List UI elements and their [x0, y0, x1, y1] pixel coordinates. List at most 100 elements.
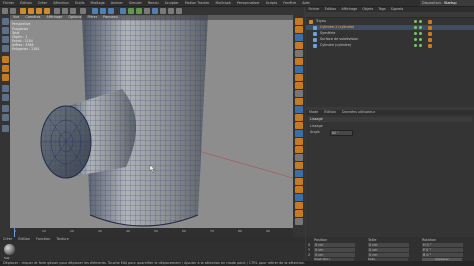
- make-editable-icon[interactable]: [2, 18, 9, 25]
- menu-item[interactable]: Motion Tracker: [182, 0, 213, 6]
- timeline[interactable]: 0102030405060708090: [10, 228, 293, 237]
- knife-icon[interactable]: [295, 74, 303, 81]
- bevel-icon[interactable]: [295, 90, 303, 97]
- tag-icon[interactable]: [428, 37, 432, 42]
- object-row[interactable]: Symétrie: [306, 31, 474, 36]
- menu-item[interactable]: Édition: [17, 0, 35, 6]
- material-name[interactable]: Mat: [4, 256, 10, 260]
- subdivision-surface-icon[interactable]: [136, 8, 142, 14]
- attribute-tab[interactable]: Données utilisateur: [339, 110, 378, 115]
- loft-icon[interactable]: [295, 34, 303, 41]
- material-ball[interactable]: [4, 244, 15, 255]
- render-view-icon[interactable]: [92, 8, 98, 14]
- rotation-field[interactable]: H 0 °: [422, 243, 463, 247]
- menu-item[interactable]: Outils: [72, 0, 88, 6]
- render-picture-viewer-icon[interactable]: [100, 8, 106, 14]
- camera-icon[interactable]: [168, 8, 174, 14]
- attribute-tab[interactable]: Édition: [321, 110, 339, 115]
- viewport-menu-item[interactable]: Vue: [10, 15, 22, 20]
- spline-pen-icon[interactable]: [128, 8, 134, 14]
- render-dot[interactable]: [419, 44, 422, 47]
- symmetry-icon[interactable]: [295, 58, 303, 65]
- attribute-tab[interactable]: Mode: [306, 110, 321, 115]
- menu-item[interactable]: Simuler: [126, 0, 145, 6]
- viewport-menu-item[interactable]: Options: [65, 15, 84, 20]
- menu-item[interactable]: Scripts: [263, 0, 281, 6]
- rotation-field[interactable]: P 0 °: [422, 248, 463, 252]
- perspective-viewport[interactable]: Vue Caméras Affichage Options Filtrer Panneau…: [10, 15, 293, 237]
- model-mode-icon[interactable]: [2, 27, 9, 34]
- z-axis-lock-icon[interactable]: [70, 8, 76, 14]
- rotate-tool-icon[interactable]: [44, 8, 50, 14]
- mirror-icon[interactable]: [295, 170, 303, 177]
- workplane-icon[interactable]: [2, 45, 9, 52]
- iron-icon[interactable]: [295, 162, 303, 169]
- size-field[interactable]: 0 cm: [368, 243, 409, 247]
- extrude-icon[interactable]: [295, 26, 303, 33]
- render-dot[interactable]: [419, 26, 422, 29]
- texture-mode-icon[interactable]: [2, 36, 9, 43]
- smooth-icon[interactable]: [295, 154, 303, 161]
- visibility-dot[interactable]: [414, 44, 417, 47]
- timeline-playhead[interactable]: [14, 228, 15, 237]
- material-menu-item[interactable]: Texture: [53, 237, 71, 242]
- y-axis-lock-icon[interactable]: [62, 8, 68, 14]
- viewport-menu-item[interactable]: Affichage: [43, 15, 65, 20]
- menu-item[interactable]: Maillage: [88, 0, 108, 6]
- lock-workplane-icon[interactable]: [2, 114, 9, 121]
- viewport-menu-item[interactable]: Caméras: [22, 15, 43, 20]
- menu-item[interactable]: Personnaliser: [234, 0, 263, 6]
- menu-item[interactable]: Fenêtre: [280, 0, 299, 6]
- tag-icon[interactable]: [428, 31, 432, 36]
- polygons-mode-icon[interactable]: [2, 74, 9, 81]
- render-dot[interactable]: [419, 20, 422, 23]
- viewport-menu-item[interactable]: Filtrer: [84, 15, 100, 20]
- tag-icon[interactable]: [428, 43, 432, 48]
- tweak-mode-icon[interactable]: [2, 94, 9, 101]
- object-row[interactable]: Cylindre (cylindre): [306, 43, 474, 48]
- instance-icon[interactable]: [295, 66, 303, 73]
- angle-field[interactable]: 80 °: [330, 130, 353, 136]
- position-field[interactable]: 0 cm: [314, 243, 355, 247]
- menu-item[interactable]: Sélection: [50, 0, 72, 6]
- menu-item[interactable]: Fichier: [0, 0, 17, 6]
- object-row[interactable]: Tuyau: [306, 19, 474, 24]
- tag-icon[interactable]: [428, 19, 432, 24]
- menu-item[interactable]: Rendu: [145, 0, 162, 6]
- visibility-dot[interactable]: [414, 38, 417, 41]
- solo-icon[interactable]: [2, 125, 9, 132]
- tag-icon[interactable]: [428, 25, 432, 30]
- floor-icon[interactable]: [160, 8, 166, 14]
- loop-cut-icon[interactable]: [295, 106, 303, 113]
- layout-selector[interactable]: Disposition: Startup (Utilisateur): [420, 0, 474, 11]
- subdivide-icon[interactable]: [295, 194, 303, 201]
- extrude-inner-icon[interactable]: [295, 98, 303, 105]
- snap-icon[interactable]: [2, 105, 9, 112]
- bridge-icon[interactable]: [295, 82, 303, 89]
- menu-item[interactable]: Animer: [108, 0, 126, 6]
- menu-item[interactable]: Créer: [35, 0, 50, 6]
- material-menu-item[interactable]: Fonction: [33, 237, 53, 242]
- split-icon[interactable]: [295, 210, 303, 217]
- brush-icon[interactable]: [295, 122, 303, 129]
- render-settings-icon[interactable]: [108, 8, 114, 14]
- undo-icon[interactable]: [2, 8, 8, 14]
- x-axis-lock-icon[interactable]: [54, 8, 60, 14]
- move-tool-icon[interactable]: [28, 8, 34, 14]
- material-menu-item[interactable]: Créer: [0, 237, 15, 242]
- visibility-dot[interactable]: [414, 32, 417, 35]
- object-row[interactable]: Surface de subdivision: [306, 37, 474, 42]
- deformer-icon[interactable]: [152, 8, 158, 14]
- render-dot[interactable]: [419, 38, 422, 41]
- magnet-icon[interactable]: [295, 130, 303, 137]
- visibility-dot[interactable]: [414, 20, 417, 23]
- menu-item[interactable]: Aide: [299, 0, 313, 6]
- menu-item[interactable]: MoGraph: [213, 0, 234, 6]
- triangulate-icon[interactable]: [295, 202, 303, 209]
- coordinate-system-icon[interactable]: [80, 8, 86, 14]
- live-selection-icon[interactable]: [20, 8, 26, 14]
- object-row[interactable]: Cylindre.1 (cylindre): [306, 25, 474, 30]
- disconnect-icon[interactable]: [295, 218, 303, 225]
- light-icon[interactable]: [176, 8, 182, 14]
- menu-item[interactable]: Sculpter: [162, 0, 182, 6]
